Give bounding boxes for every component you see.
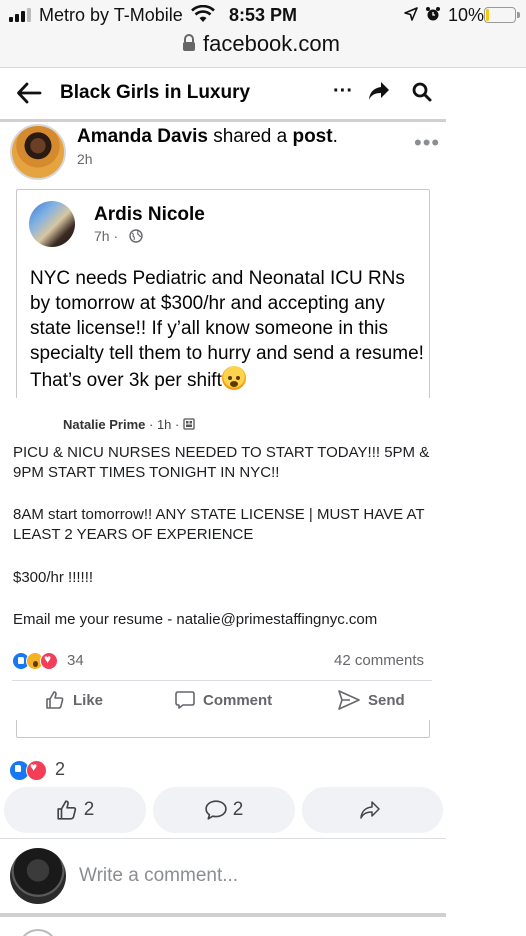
- thumbs-up-icon: [46, 691, 64, 709]
- embedded-paragraph: PICU & NICU NURSES NEEDED TO START TODAY…: [13, 444, 430, 481]
- lock-icon: [183, 34, 195, 51]
- signal-strength-icon: [9, 8, 35, 22]
- shared-post-body: NYC needs Pediatric and Neonatal ICU RNs…: [30, 266, 430, 393]
- love-reaction-icon: [26, 760, 47, 781]
- search-icon[interactable]: [412, 82, 432, 102]
- like-count: 2: [83, 799, 95, 820]
- reaction-icons[interactable]: [9, 760, 47, 781]
- group-header: Black Girls in Luxury ···: [0, 68, 446, 120]
- embedded-paragraph: $300/hr !!!!!!: [13, 569, 94, 586]
- embedded-post-header: Natalie Prime · 1h ·: [63, 417, 195, 432]
- address-bar[interactable]: facebook.com: [0, 30, 526, 68]
- embedded-divider: [12, 680, 432, 681]
- embedded-post-meta: · 1h ·: [149, 417, 180, 432]
- avatar[interactable]: [10, 124, 66, 180]
- comment-bubble-icon: [204, 800, 227, 820]
- wifi-icon: [191, 5, 215, 22]
- post-timestamp[interactable]: 2h: [77, 151, 93, 167]
- comment-bubble-icon: [175, 691, 195, 709]
- send-arrow-icon: [338, 690, 360, 710]
- group-title[interactable]: Black Girls in Luxury: [60, 82, 250, 104]
- shared-time-value: 7h: [94, 228, 110, 244]
- comment-input[interactable]: Write a comment...: [79, 865, 238, 887]
- share-arrow-icon: [359, 801, 380, 819]
- post-action-text: shared a: [213, 126, 288, 147]
- battery-level-fill: [486, 9, 489, 21]
- post-object-link[interactable]: post: [292, 126, 332, 147]
- battery-percentage: 10%: [448, 5, 485, 25]
- embedded-like-button: Like: [45, 690, 103, 710]
- thumbs-up-icon: [57, 800, 76, 820]
- share-arrow-icon[interactable]: [368, 81, 390, 101]
- post-period: .: [332, 126, 338, 147]
- embedded-paragraph: 8AM start tomorrow!! ANY STATE LICENSE |…: [13, 506, 425, 543]
- send-label: Send: [368, 691, 405, 709]
- embedded-comment-count: 42 comments: [334, 652, 425, 669]
- carrier-name: Metro by T-Mobile: [39, 5, 183, 25]
- post-author-name[interactable]: Amanda Davis: [77, 126, 208, 147]
- like-button[interactable]: 2: [4, 787, 146, 833]
- exploding-head-emoji-icon: [221, 366, 246, 390]
- globe-icon: [129, 229, 143, 243]
- shared-post-timestamp[interactable]: 7h ·: [94, 228, 118, 244]
- like-label: Like: [73, 691, 104, 709]
- battery-icon: [484, 7, 520, 23]
- post-more-icon[interactable]: •••: [414, 130, 440, 156]
- comment-label: Comment: [203, 691, 273, 709]
- url-text[interactable]: facebook.com: [203, 31, 340, 57]
- reaction-count[interactable]: 2: [55, 759, 65, 780]
- embedded-author-name: Natalie Prime: [63, 417, 146, 432]
- embedded-reaction-count: 34: [67, 652, 84, 669]
- embedded-reaction-icons: [12, 652, 58, 670]
- clock: 8:53 PM: [229, 5, 298, 25]
- embedded-comment-button: Comment: [175, 690, 272, 710]
- next-post-avatar[interactable]: [18, 929, 58, 936]
- post-bottom-divider: [0, 913, 446, 917]
- shared-author-name[interactable]: Ardis Nicole: [94, 204, 205, 226]
- back-arrow-icon[interactable]: [16, 81, 42, 105]
- comment-count: 2: [232, 799, 244, 820]
- love-reaction-icon: [40, 652, 58, 670]
- comment-button[interactable]: 2: [153, 787, 295, 833]
- group-icon: [183, 418, 195, 430]
- post-author-line: Amanda Davis shared a post.: [77, 126, 338, 148]
- more-options-icon[interactable]: ···: [333, 81, 353, 101]
- current-user-avatar[interactable]: [10, 848, 66, 904]
- location-arrow-icon: [404, 7, 418, 21]
- share-button[interactable]: [302, 787, 443, 833]
- right-gutter: [446, 68, 526, 936]
- status-bar: Metro by T-Mobile 8:53 PM 10%: [0, 0, 526, 30]
- header-divider: [0, 119, 446, 122]
- shared-author-avatar[interactable]: [29, 201, 75, 247]
- embedded-paragraph: Email me your resume - natalie@primestaf…: [13, 611, 378, 628]
- alarm-clock-icon: [426, 7, 440, 21]
- footer-divider: [0, 838, 446, 839]
- embedded-send-button: Send: [338, 690, 405, 710]
- shared-time-separator: ·: [113, 228, 119, 244]
